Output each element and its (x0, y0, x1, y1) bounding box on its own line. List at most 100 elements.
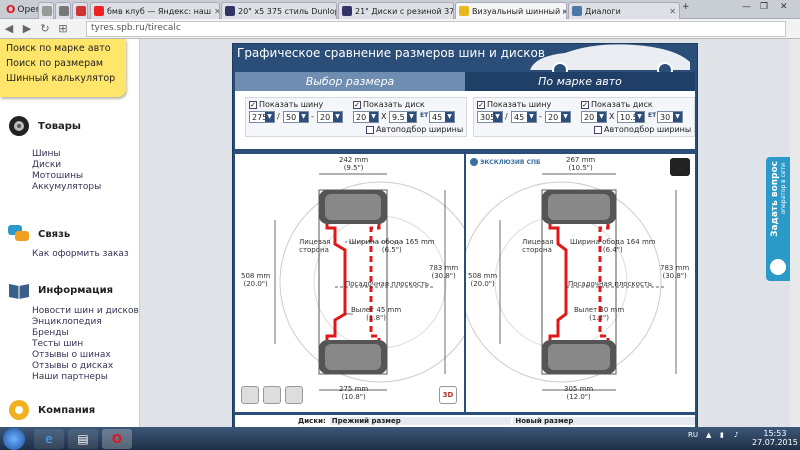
section-info[interactable]: Информация (6, 279, 113, 301)
section-contact[interactable]: Связь (6, 223, 70, 245)
chevron-down-icon: ▼ (527, 112, 536, 122)
tab-yandex[interactable]: бмв клуб — Яндекс: наш✕ (90, 2, 220, 19)
tab-select-size[interactable]: Выбор размера (235, 72, 465, 91)
internet-explorer-icon[interactable]: e (34, 429, 64, 449)
link-encyclopedia[interactable]: Энциклопедия (32, 317, 139, 328)
start-button[interactable] (3, 428, 25, 450)
link-batteries[interactable]: Аккумуляторы (32, 182, 101, 193)
volume-icon[interactable]: ♪ (734, 431, 738, 439)
select-value: 20 (356, 112, 367, 122)
opera-taskbar-icon[interactable]: O (102, 429, 132, 449)
value: 275 mm (339, 385, 369, 393)
section-company[interactable]: Компания (6, 399, 95, 421)
checkbox[interactable]: ✓ (477, 100, 485, 109)
disk-width-select[interactable]: 9.5 ▼ (389, 111, 417, 123)
link-how-to-order[interactable]: Как оформить заказ (32, 249, 129, 260)
tab-1[interactable] (38, 2, 54, 19)
tab-3[interactable] (72, 2, 88, 19)
link-disks[interactable]: Диски (32, 160, 101, 171)
tab-dunlop[interactable]: 20" x5 375 стиль Dunlop✕ (221, 2, 337, 19)
close-icon[interactable]: ✕ (214, 7, 219, 16)
link-moto[interactable]: Мотошины (32, 171, 101, 182)
show-disk-left[interactable]: ✓ Показать диск (353, 100, 425, 109)
tyre-width-select[interactable]: 305 ▼ (477, 111, 503, 123)
link-disk-reviews[interactable]: Отзывы о дисках (32, 361, 139, 372)
folder-icon[interactable]: ▤ (68, 429, 98, 449)
tyre-diameter-select[interactable]: 20 ▼ (545, 111, 571, 123)
tyre-profile-select[interactable]: 45 ▼ (511, 111, 537, 123)
link-tyres[interactable]: Шины (32, 149, 101, 160)
chevron-down-icon: ▼ (597, 112, 606, 122)
tyre-diameter-select[interactable]: 20 ▼ (317, 111, 343, 123)
tab-tirecalc[interactable]: Визуальный шинный каль✕ (455, 2, 567, 19)
tyre-width-select[interactable]: 275 ▼ (249, 111, 275, 123)
camera-icon[interactable] (670, 158, 690, 176)
tread-width-label: 267 mm (10.5") (566, 156, 595, 172)
offset-label: Вылет 30 mm (1.2") (574, 306, 624, 322)
show-disk-right[interactable]: ✓ Показать диск (581, 100, 653, 109)
view-front-icon[interactable] (241, 386, 259, 404)
checkbox[interactable]: ✓ (353, 100, 361, 109)
disk-et-select[interactable]: 45 ▼ (429, 111, 455, 123)
tab-by-car[interactable]: По марке авто (465, 72, 695, 91)
close-window-button[interactable]: ✕ (780, 2, 788, 12)
tab-dialogs[interactable]: Диалоги ✕ (568, 2, 680, 19)
forward-arrow-icon[interactable]: ▶ (18, 22, 36, 35)
value: 508 mm (241, 272, 271, 280)
tab-label: 20" x5 375 стиль Dunlop (238, 6, 337, 16)
checkbox[interactable] (366, 125, 374, 134)
disk-diameter-select[interactable]: 20 ▼ (353, 111, 379, 123)
url-input[interactable]: tyres.spb.ru/tirecalc (86, 21, 786, 37)
ask-question-widget[interactable]: Задать вопрос оператор в сети (766, 157, 790, 281)
home-icon[interactable]: ⊞ (54, 22, 72, 35)
disk-width-select[interactable]: 10.5 ▼ (617, 111, 645, 123)
tyre-profile-select[interactable]: 50 ▼ (283, 111, 309, 123)
network-icon[interactable]: ▮ (720, 431, 724, 439)
3d-view-button[interactable]: 3D (439, 386, 457, 404)
link-brands[interactable]: Бренды (32, 328, 139, 339)
checkbox[interactable] (594, 125, 602, 134)
date: 27.07.2015 (752, 438, 798, 447)
language-indicator[interactable]: RU (688, 431, 698, 439)
link-tyre-calculator[interactable]: Шинный калькулятор (6, 71, 120, 86)
tab-disks[interactable]: 21" Диски с резиной 375✕ (338, 2, 454, 19)
back-arrow-icon[interactable]: ◀ (0, 22, 18, 35)
select-value: 20 (584, 112, 595, 122)
rim-width-label: Ширина обода 165 mm (6.5") (349, 238, 435, 254)
left-sidebar: Поиск по марке авто Поиск по размерам Ши… (0, 39, 140, 427)
feedback-subtitle: оператор в сети (780, 163, 787, 215)
operator-icon (768, 257, 788, 277)
checkbox-label: Показать шину (259, 100, 324, 109)
tab-2[interactable] (55, 2, 71, 19)
maximize-button[interactable]: ❐ (760, 2, 768, 12)
page-scrollbar[interactable] (790, 39, 800, 427)
link-search-by-car[interactable]: Поиск по марке авто (6, 41, 120, 56)
view-rotate-icon[interactable] (285, 386, 303, 404)
link-tyre-reviews[interactable]: Отзывы о шинах (32, 350, 139, 361)
new-tab-button[interactable]: + (682, 2, 690, 12)
left-size-group: ✓ Показать шину ✓ Показать диск 275 ▼ / 50 ▼… (245, 97, 467, 137)
auto-width-left[interactable]: Автоподбор ширины (366, 125, 463, 134)
link-search-by-size[interactable]: Поиск по размерам (6, 56, 120, 71)
auto-width-right[interactable]: Автоподбор ширины (594, 125, 691, 134)
tray-up-arrow-icon[interactable]: ▲ (706, 431, 711, 439)
browser-tab-bar: O Opera бмв клуб — Яндекс: наш✕ 20" x5 3… (0, 0, 800, 19)
checkbox[interactable]: ✓ (249, 100, 257, 109)
checkbox[interactable]: ✓ (581, 100, 589, 109)
disk-et-select[interactable]: 30 ▼ (657, 111, 683, 123)
clock[interactable]: 15:53 27.07.2015 (752, 429, 798, 447)
section-goods[interactable]: Товары (6, 115, 81, 137)
outer-diameter-label: 783 mm (30.8") (429, 264, 458, 280)
disk-diameter-select[interactable]: 20 ▼ (581, 111, 607, 123)
minimize-button[interactable]: — (742, 2, 751, 12)
section-width-label: 275 mm (10.8") (339, 385, 368, 401)
reload-icon[interactable]: ↻ (36, 22, 54, 35)
view-side-icon[interactable] (263, 386, 281, 404)
show-tyre-right[interactable]: ✓ Показать шину (477, 100, 551, 109)
link-news[interactable]: Новости шин и дисков (32, 306, 139, 317)
close-icon[interactable]: ✕ (669, 7, 676, 16)
prev-size-header: Прежний размер (329, 417, 512, 425)
show-tyre-left[interactable]: ✓ Показать шину (249, 100, 323, 109)
link-tests[interactable]: Тесты шин (32, 339, 139, 350)
link-partners[interactable]: Наши партнеры (32, 372, 139, 383)
